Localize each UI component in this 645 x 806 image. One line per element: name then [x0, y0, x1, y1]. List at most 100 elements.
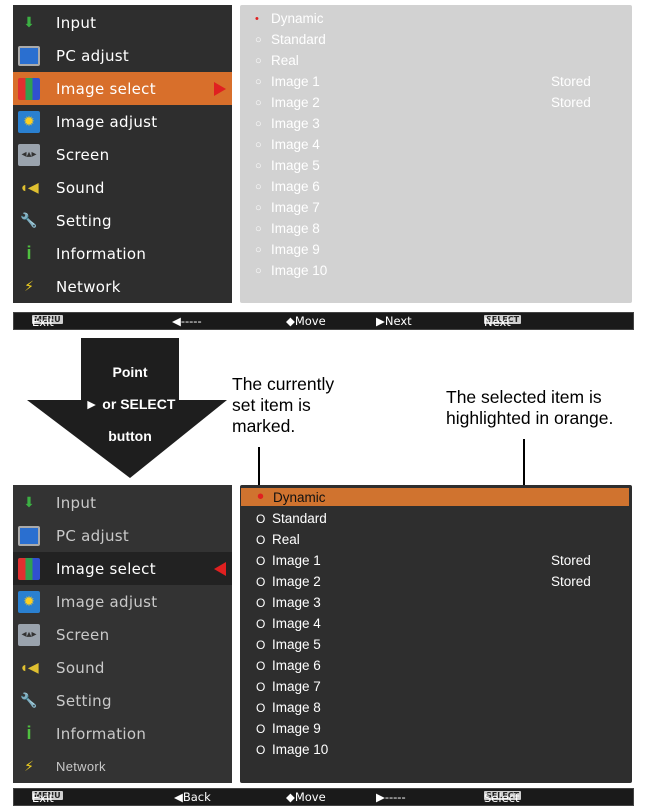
menu-item-screen[interactable]: ◂▴▸ Screen	[13, 138, 232, 171]
main-menu-dimmed: ⬇ Input PC adjust Image select ✹ Image a…	[13, 485, 232, 783]
submenu-item-image-1[interactable]: ○ Image 1 Stored	[240, 71, 632, 92]
submenu-item-dynamic[interactable]: • Dynamic	[241, 485, 629, 508]
menu-item-sound[interactable]: ◖◀ Sound	[13, 651, 232, 684]
next-hint: ▶Next	[376, 314, 412, 328]
radio-open-icon: ○	[255, 117, 262, 130]
menu-item-input[interactable]: ⬇ Input	[13, 6, 232, 39]
radio-open-icon: ○	[255, 180, 262, 193]
top-status-bar: MENU Exit ◀----- ◆Move ▶Next SELECT Next	[13, 312, 634, 330]
submenu-item-image-7[interactable]: ○ Image 7	[240, 197, 632, 218]
radio-open-icon: O	[256, 658, 266, 673]
submenu-item-image-8[interactable]: O Image 8	[240, 697, 632, 718]
radio-open-icon: ○	[255, 138, 262, 151]
radio-open-icon: ○	[255, 201, 262, 214]
radio-open-icon: ○	[255, 222, 262, 235]
radio-open-icon: ○	[255, 243, 262, 256]
screen-icon: ◂▴▸	[18, 143, 40, 166]
current-item-callout: The currently set item is marked.	[232, 374, 335, 436]
radio-open-icon: O	[256, 679, 266, 694]
top-menu-panel: ⬇ Input PC adjust Image select ✹ Image a…	[13, 5, 634, 330]
menu-item-pc-adjust[interactable]: PC adjust	[13, 39, 232, 72]
network-icon: ⚡	[24, 278, 34, 294]
radio-open-icon: O	[256, 595, 266, 610]
setting-icon: 🔧	[20, 212, 38, 228]
menu-item-image-select[interactable]: Image select	[13, 72, 232, 105]
setting-icon: 🔧	[20, 692, 38, 708]
submenu-item-image-4[interactable]: ○ Image 4	[240, 134, 632, 155]
radio-open-icon: O	[256, 742, 266, 757]
information-icon: i	[26, 243, 32, 263]
menu-item-image-adjust[interactable]: ✹ Image adjust	[13, 585, 232, 618]
submenu-item-image-5[interactable]: O Image 5	[240, 634, 632, 655]
submenu-item-image-9[interactable]: ○ Image 9	[240, 239, 632, 260]
submenu-item-image-10[interactable]: O Image 10	[240, 739, 632, 760]
submenu-item-real[interactable]: O Real	[240, 529, 632, 550]
menu-item-pc-adjust[interactable]: PC adjust	[13, 519, 232, 552]
menu-item-information[interactable]: i Information	[13, 717, 232, 750]
information-icon: i	[26, 723, 32, 743]
move-hint: ◆Move	[286, 790, 326, 804]
radio-open-icon: O	[256, 553, 266, 568]
submenu-item-image-6[interactable]: O Image 6	[240, 655, 632, 676]
submenu-item-image-4[interactable]: O Image 4	[240, 613, 632, 634]
radio-open-icon: ○	[255, 75, 262, 88]
current-marker-icon: •	[255, 12, 259, 25]
radio-open-icon: ○	[255, 264, 262, 277]
menu-item-setting[interactable]: 🔧 Setting	[13, 684, 232, 717]
submenu-item-image-8[interactable]: ○ Image 8	[240, 218, 632, 239]
selected-item-callout: The selected item is highlighted in oran…	[446, 387, 614, 428]
submenu-item-standard[interactable]: O Standard	[240, 508, 632, 529]
menu-item-input[interactable]: ⬇ Input	[13, 486, 232, 519]
arrow-left-icon	[214, 562, 226, 576]
menu-item-setting[interactable]: 🔧 Setting	[13, 204, 232, 237]
submenu-item-image-6[interactable]: ○ Image 6	[240, 176, 632, 197]
radio-open-icon: ○	[255, 96, 262, 109]
submenu-item-image-1[interactable]: O Image 1 Stored	[240, 550, 632, 571]
menu-item-image-select[interactable]: Image select	[13, 552, 232, 585]
submenu-item-image-3[interactable]: ○ Image 3	[240, 113, 632, 134]
stored-label: Stored	[551, 95, 591, 110]
image-select-icon	[18, 77, 40, 100]
menu-item-network[interactable]: ⚡ Network	[13, 270, 232, 303]
radio-open-icon: O	[256, 511, 266, 526]
submenu-item-standard[interactable]: ○ Standard	[240, 29, 632, 50]
submenu-item-image-5[interactable]: ○ Image 5	[240, 155, 632, 176]
bottom-status-bar: MENU Exit ◀Back ◆Move ▶----- SELECT Select	[13, 788, 634, 806]
submenu-item-image-3[interactable]: O Image 3	[240, 592, 632, 613]
menu-item-network[interactable]: ⚡ Network	[13, 750, 232, 783]
image-adjust-icon: ✹	[18, 110, 40, 133]
screen-icon: ◂▴▸	[18, 623, 40, 646]
submenu-item-image-9[interactable]: O Image 9	[240, 718, 632, 739]
sound-icon: ◖◀	[19, 659, 39, 675]
radio-open-icon: O	[256, 700, 266, 715]
submenu-item-image-2[interactable]: O Image 2 Stored	[240, 571, 632, 592]
submenu-item-dynamic[interactable]: • Dynamic	[240, 8, 632, 29]
submenu-item-real[interactable]: ○ Real	[240, 50, 632, 71]
menu-item-sound[interactable]: ◖◀ Sound	[13, 171, 232, 204]
radio-open-icon: ○	[255, 33, 262, 46]
main-menu: ⬇ Input PC adjust Image select ✹ Image a…	[13, 5, 232, 303]
submenu-item-image-7[interactable]: O Image 7	[240, 676, 632, 697]
radio-open-icon: O	[256, 616, 266, 631]
bottom-menu-panel: ⬇ Input PC adjust Image select ✹ Image a…	[13, 482, 634, 806]
radio-open-icon: O	[256, 721, 266, 736]
left-hint: ◀-----	[172, 314, 202, 328]
menu-item-screen[interactable]: ◂▴▸ Screen	[13, 618, 232, 651]
menu-item-information[interactable]: i Information	[13, 237, 232, 270]
submenu-item-image-10[interactable]: ○ Image 10	[240, 260, 632, 281]
stored-label: Stored	[551, 574, 591, 589]
submenu-item-image-2[interactable]: ○ Image 2 Stored	[240, 92, 632, 113]
image-adjust-icon: ✹	[18, 590, 40, 613]
radio-open-icon: ○	[255, 54, 262, 67]
menu-item-image-adjust[interactable]: ✹ Image adjust	[13, 105, 232, 138]
pc-adjust-icon	[18, 45, 40, 66]
image-select-icon	[18, 557, 40, 580]
image-select-submenu: • Dynamic ○ Standard ○ Real ○ Image 1 St…	[240, 5, 632, 303]
pc-adjust-icon	[18, 525, 40, 546]
radio-open-icon: O	[256, 574, 266, 589]
current-marker-icon: •	[257, 485, 265, 508]
move-hint: ◆Move	[286, 314, 326, 328]
radio-open-icon: ○	[255, 159, 262, 172]
stored-label: Stored	[551, 553, 591, 568]
back-hint: ◀Back	[174, 790, 211, 804]
